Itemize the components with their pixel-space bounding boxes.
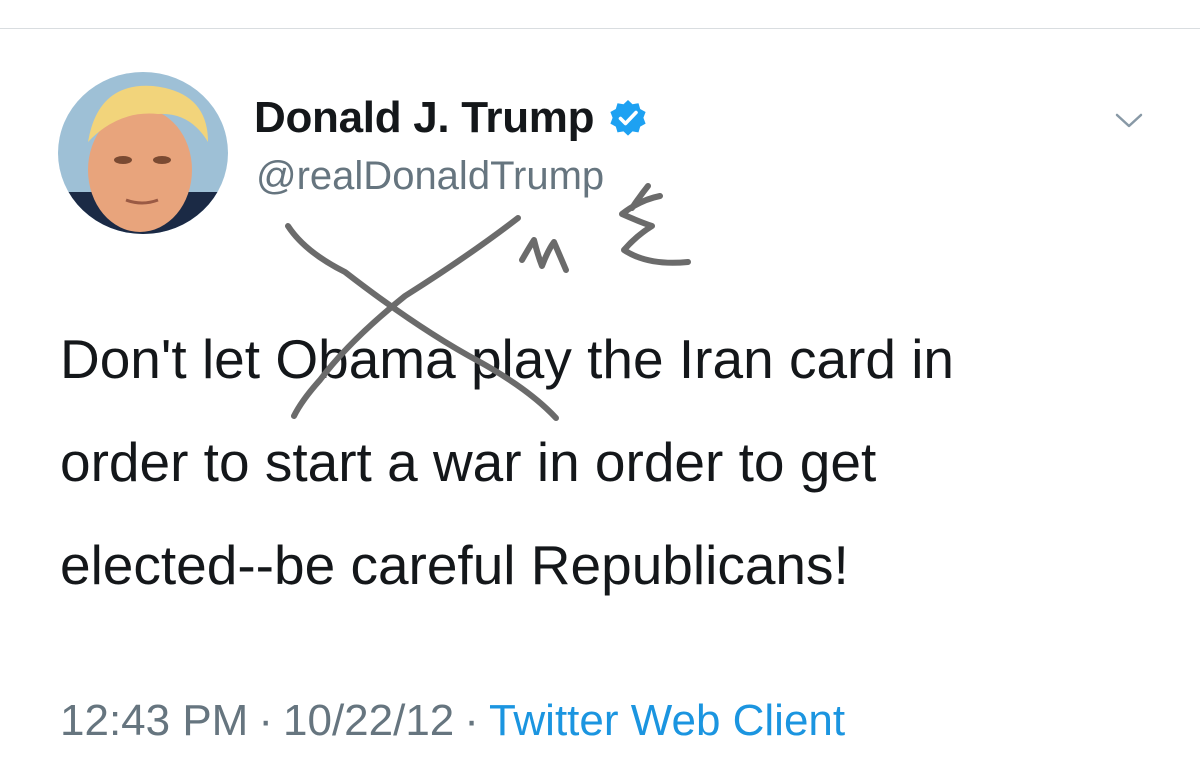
tail-stroke: [629, 183, 651, 211]
author-name-row: Donald J. Trump: [254, 92, 648, 144]
handwritten-e: [619, 193, 691, 266]
tweet-text: Don't let Obama play the Iran card in or…: [60, 308, 1170, 617]
user-handle[interactable]: @realDonaldTrump: [256, 154, 604, 199]
verified-badge-icon: [610, 100, 646, 136]
tweet-date[interactable]: 10/22/12: [283, 696, 454, 745]
tweet-menu-button[interactable]: [1114, 110, 1144, 132]
meta-separator: ·: [464, 696, 479, 745]
tweet-meta: 12:43 PM · 10/22/12 · Twitter Web Client: [60, 696, 845, 746]
avatar-photo: [58, 72, 228, 234]
meta-separator: ·: [258, 696, 273, 745]
tweet-text-line: Don't let Obama play the Iran card in: [60, 328, 955, 390]
tweet-text-line: order to start a war in order to get: [60, 431, 877, 493]
tweet-text-line: elected--be careful Republicans!: [60, 534, 849, 596]
chevron-down-icon: [1115, 113, 1143, 128]
handwritten-m: [519, 237, 569, 273]
tweet-time[interactable]: 12:43 PM: [60, 696, 248, 745]
display-name[interactable]: Donald J. Trump: [254, 93, 595, 143]
top-divider: [0, 28, 1200, 29]
client-link[interactable]: Twitter Web Client: [489, 696, 845, 745]
avatar[interactable]: [58, 72, 228, 234]
